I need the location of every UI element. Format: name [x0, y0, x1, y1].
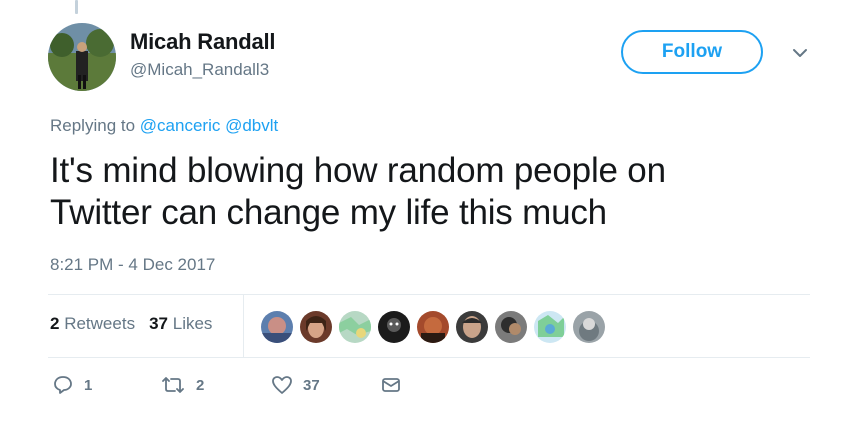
liker-avatar[interactable] — [495, 311, 527, 343]
author-avatar[interactable] — [48, 23, 116, 91]
liker-avatar[interactable] — [534, 311, 566, 343]
retweets-label: Retweets — [64, 314, 136, 333]
thread-connector-line — [75, 0, 78, 14]
dm-envelope-icon — [380, 374, 402, 396]
liker-avatar[interactable] — [573, 311, 605, 343]
retweets-stat[interactable]: 2 Retweets — [50, 314, 135, 334]
reply-action[interactable]: 1 — [52, 374, 92, 396]
mention-link[interactable]: @canceric — [140, 116, 221, 135]
liker-avatar[interactable] — [417, 311, 449, 343]
heart-icon — [271, 374, 293, 396]
tweet-text-line: Twitter can change my life this much — [50, 193, 607, 232]
direct-message-action[interactable] — [380, 374, 402, 396]
stats-separator — [243, 295, 244, 357]
follow-button[interactable]: Follow — [621, 30, 763, 74]
reply-icon — [52, 374, 74, 396]
liker-avatars — [261, 311, 605, 343]
tweet-text: It's mind blowing how random people on T… — [50, 150, 810, 234]
tweet-text-line: It's mind blowing how random people on — [50, 151, 666, 190]
tweet-timestamp[interactable]: 8:21 PM - 4 Dec 2017 — [50, 255, 215, 275]
chevron-down-icon[interactable] — [790, 43, 810, 63]
likes-label: Likes — [172, 314, 213, 333]
replying-to: Replying to @canceric @dbvlt — [50, 116, 278, 136]
replying-prefix: Replying to — [50, 116, 136, 135]
like-action[interactable]: 37 — [271, 374, 320, 396]
liker-avatar[interactable] — [261, 311, 293, 343]
retweet-action[interactable]: 2 — [160, 374, 204, 396]
liker-avatar[interactable] — [378, 311, 410, 343]
retweet-icon — [160, 374, 186, 396]
tweet-stats: 2 Retweets 37 Likes — [50, 314, 212, 334]
retweet-count: 2 — [196, 376, 205, 394]
mention-link[interactable]: @dbvlt — [225, 116, 278, 135]
like-count: 37 — [303, 376, 320, 394]
likes-stat[interactable]: 37 Likes — [149, 314, 212, 334]
liker-avatar[interactable] — [456, 311, 488, 343]
likes-count: 37 — [149, 314, 168, 333]
author-display-name[interactable]: Micah Randall — [130, 29, 276, 55]
retweets-count: 2 — [50, 314, 60, 333]
liker-avatar[interactable] — [300, 311, 332, 343]
liker-avatar[interactable] — [339, 311, 371, 343]
divider — [48, 357, 810, 358]
author-username[interactable]: @Micah_Randall3 — [130, 60, 269, 80]
reply-count: 1 — [84, 376, 93, 394]
divider — [48, 294, 810, 295]
